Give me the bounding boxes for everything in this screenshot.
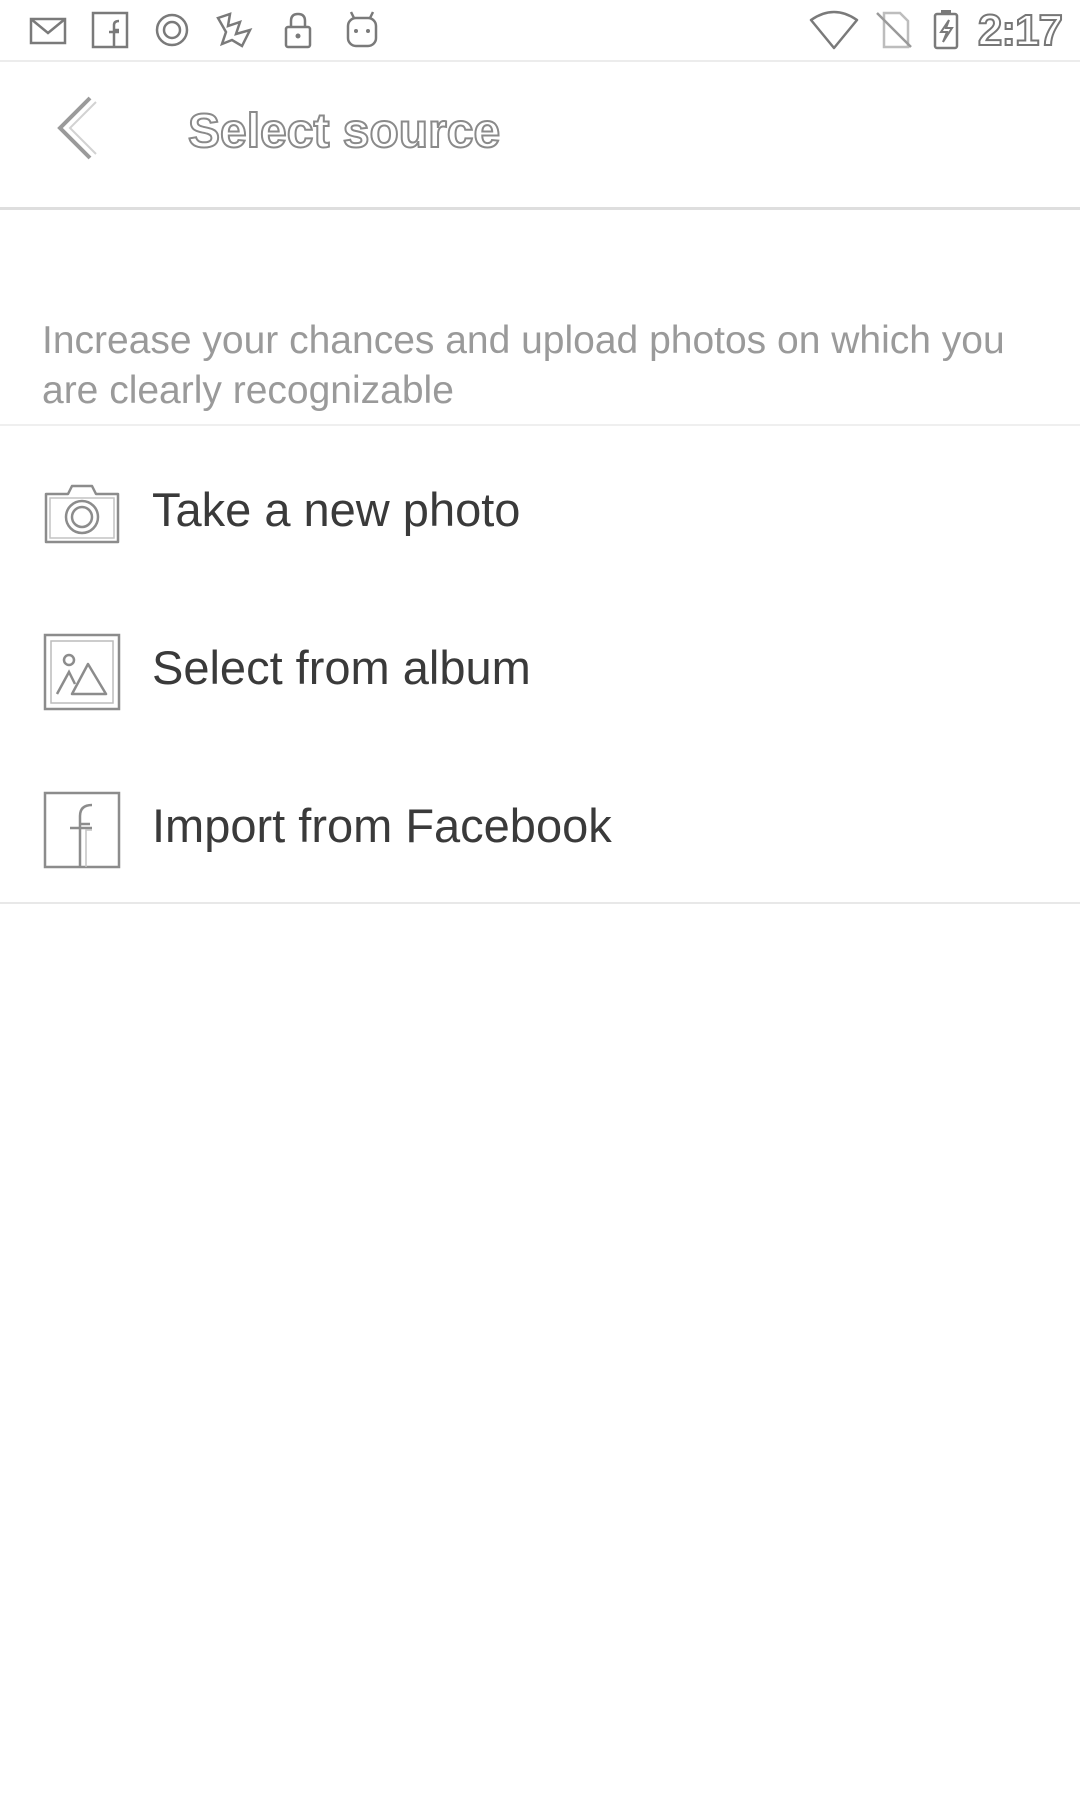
option-label: Import from Facebook <box>152 799 612 852</box>
back-button[interactable] <box>40 90 116 166</box>
page-title: Select source <box>187 104 501 159</box>
camera-icon <box>42 474 122 554</box>
app-icon <box>212 8 256 52</box>
hint-text: Increase your chances and upload photos … <box>42 319 1005 412</box>
no-sim-icon <box>872 8 916 52</box>
option-label: Take a new photo <box>152 483 521 536</box>
image-icon <box>42 632 122 712</box>
lock-icon <box>276 8 320 52</box>
battery-charging-icon <box>924 8 968 52</box>
facebook-icon <box>88 8 132 52</box>
chevron-left-icon <box>57 96 97 160</box>
take-photo-option[interactable]: Take a new photo <box>0 426 1080 584</box>
mail-icon <box>26 8 70 52</box>
status-time: 2:17 <box>977 5 1064 56</box>
status-bar: 2:17 <box>0 0 1080 62</box>
source-options-list: Take a new photo Select from album Impor… <box>0 426 1080 900</box>
screen: 2:17 Select source Increase your chances… <box>0 0 1080 1794</box>
select-album-option[interactable]: Select from album <box>0 584 1080 742</box>
import-facebook-option[interactable]: Import from Facebook <box>0 742 1080 900</box>
option-label: Select from album <box>152 641 531 694</box>
toolbar: Select source <box>0 62 1080 210</box>
divider <box>0 902 1080 904</box>
facebook-icon <box>42 790 122 870</box>
circle-o-icon <box>150 8 194 52</box>
android-icon <box>340 8 384 52</box>
wifi-icon <box>808 8 860 52</box>
